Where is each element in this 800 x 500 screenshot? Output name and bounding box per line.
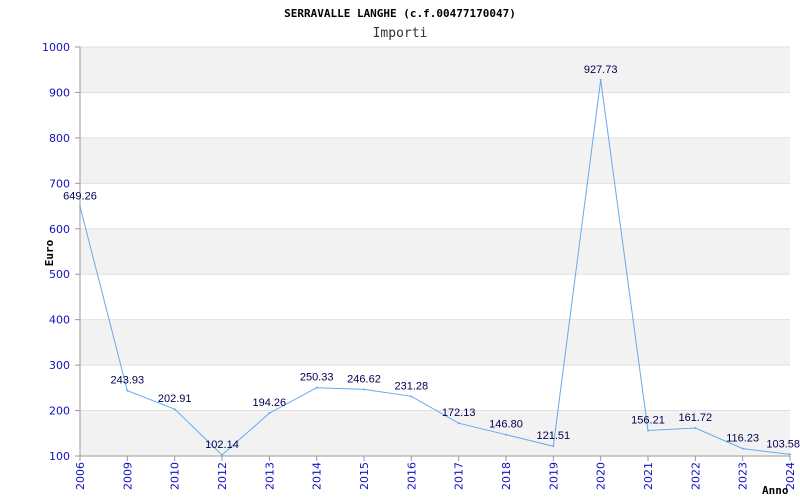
data-point (789, 453, 791, 456)
x-tick-label: 2015 (358, 462, 371, 490)
x-tick-label: 2014 (311, 462, 324, 490)
data-point (694, 426, 697, 429)
y-tick-label: 700 (49, 177, 70, 190)
x-tick-label: 2006 (74, 462, 87, 490)
data-label: 172.13 (442, 407, 476, 419)
y-tick-label: 100 (49, 450, 70, 463)
x-axis: 2006 2009 2010 2012 2013 2014 2015 2016 2017 2018… (74, 456, 797, 490)
data-point (173, 408, 176, 411)
x-tick-label: 2010 (169, 462, 182, 490)
data-label: 202.91 (158, 393, 192, 405)
x-tick-label: 2022 (689, 462, 702, 490)
chart-subtitle: Importi (373, 26, 428, 41)
chart-title: SERRAVALLE LANGHE (c.f.00477170047) (284, 7, 516, 20)
data-label: 246.62 (347, 373, 381, 385)
data-point (599, 78, 602, 81)
y-tick-label: 300 (49, 359, 70, 372)
data-label: 243.93 (111, 375, 145, 387)
data-point (363, 388, 365, 391)
y-tick-label: 500 (49, 268, 70, 281)
grid-band (80, 137, 790, 184)
data-label: 250.33 (300, 372, 334, 384)
line-chart: SERRAVALLE LANGHE (c.f.00477170047) Impo… (42, 7, 800, 497)
x-axis-label: Anno (762, 484, 789, 497)
data-point (79, 205, 81, 208)
data-label: 146.80 (489, 419, 523, 431)
y-tick-label: 1000 (42, 41, 70, 54)
y-axis-label: Euro (43, 239, 56, 266)
data-label: 194.26 (253, 397, 287, 409)
data-point (268, 412, 271, 415)
grid-band (80, 47, 790, 93)
data-point (315, 386, 318, 389)
grid-band (80, 228, 790, 275)
y-tick-label: 800 (49, 132, 70, 145)
grid-band (80, 319, 790, 366)
x-tick-label: 2018 (500, 462, 513, 490)
y-tick-label: 400 (49, 314, 70, 327)
y-tick-label: 600 (49, 223, 70, 236)
x-tick-label: 2016 (405, 462, 418, 490)
data-label: 121.51 (537, 430, 571, 442)
x-tick-label: 2017 (453, 462, 466, 490)
data-point (126, 389, 129, 392)
x-tick-label: 2019 (547, 462, 560, 490)
data-label: 103.58 (766, 438, 800, 450)
data-label: 927.73 (584, 64, 618, 76)
data-label: 231.28 (395, 380, 429, 392)
data-point (457, 422, 460, 425)
x-tick-label: 2020 (595, 462, 608, 490)
data-point (552, 445, 555, 448)
x-tick-label: 2013 (263, 462, 276, 490)
y-tick-label: 900 (49, 86, 70, 99)
data-point (410, 395, 413, 398)
data-label: 161.72 (679, 412, 713, 424)
data-point (741, 447, 744, 450)
y-tick-label: 200 (49, 405, 70, 418)
data-label: 649.26 (63, 190, 97, 202)
x-tick-label: 2009 (121, 462, 134, 490)
data-point (647, 429, 649, 432)
x-tick-label: 2012 (216, 462, 229, 490)
data-label: 156.21 (631, 414, 665, 426)
data-label: 102.14 (205, 439, 239, 451)
data-point (505, 433, 507, 436)
data-label: 116.23 (726, 433, 759, 445)
x-tick-label: 2021 (642, 462, 655, 490)
x-tick-label: 2023 (737, 462, 750, 490)
data-point (221, 454, 223, 457)
